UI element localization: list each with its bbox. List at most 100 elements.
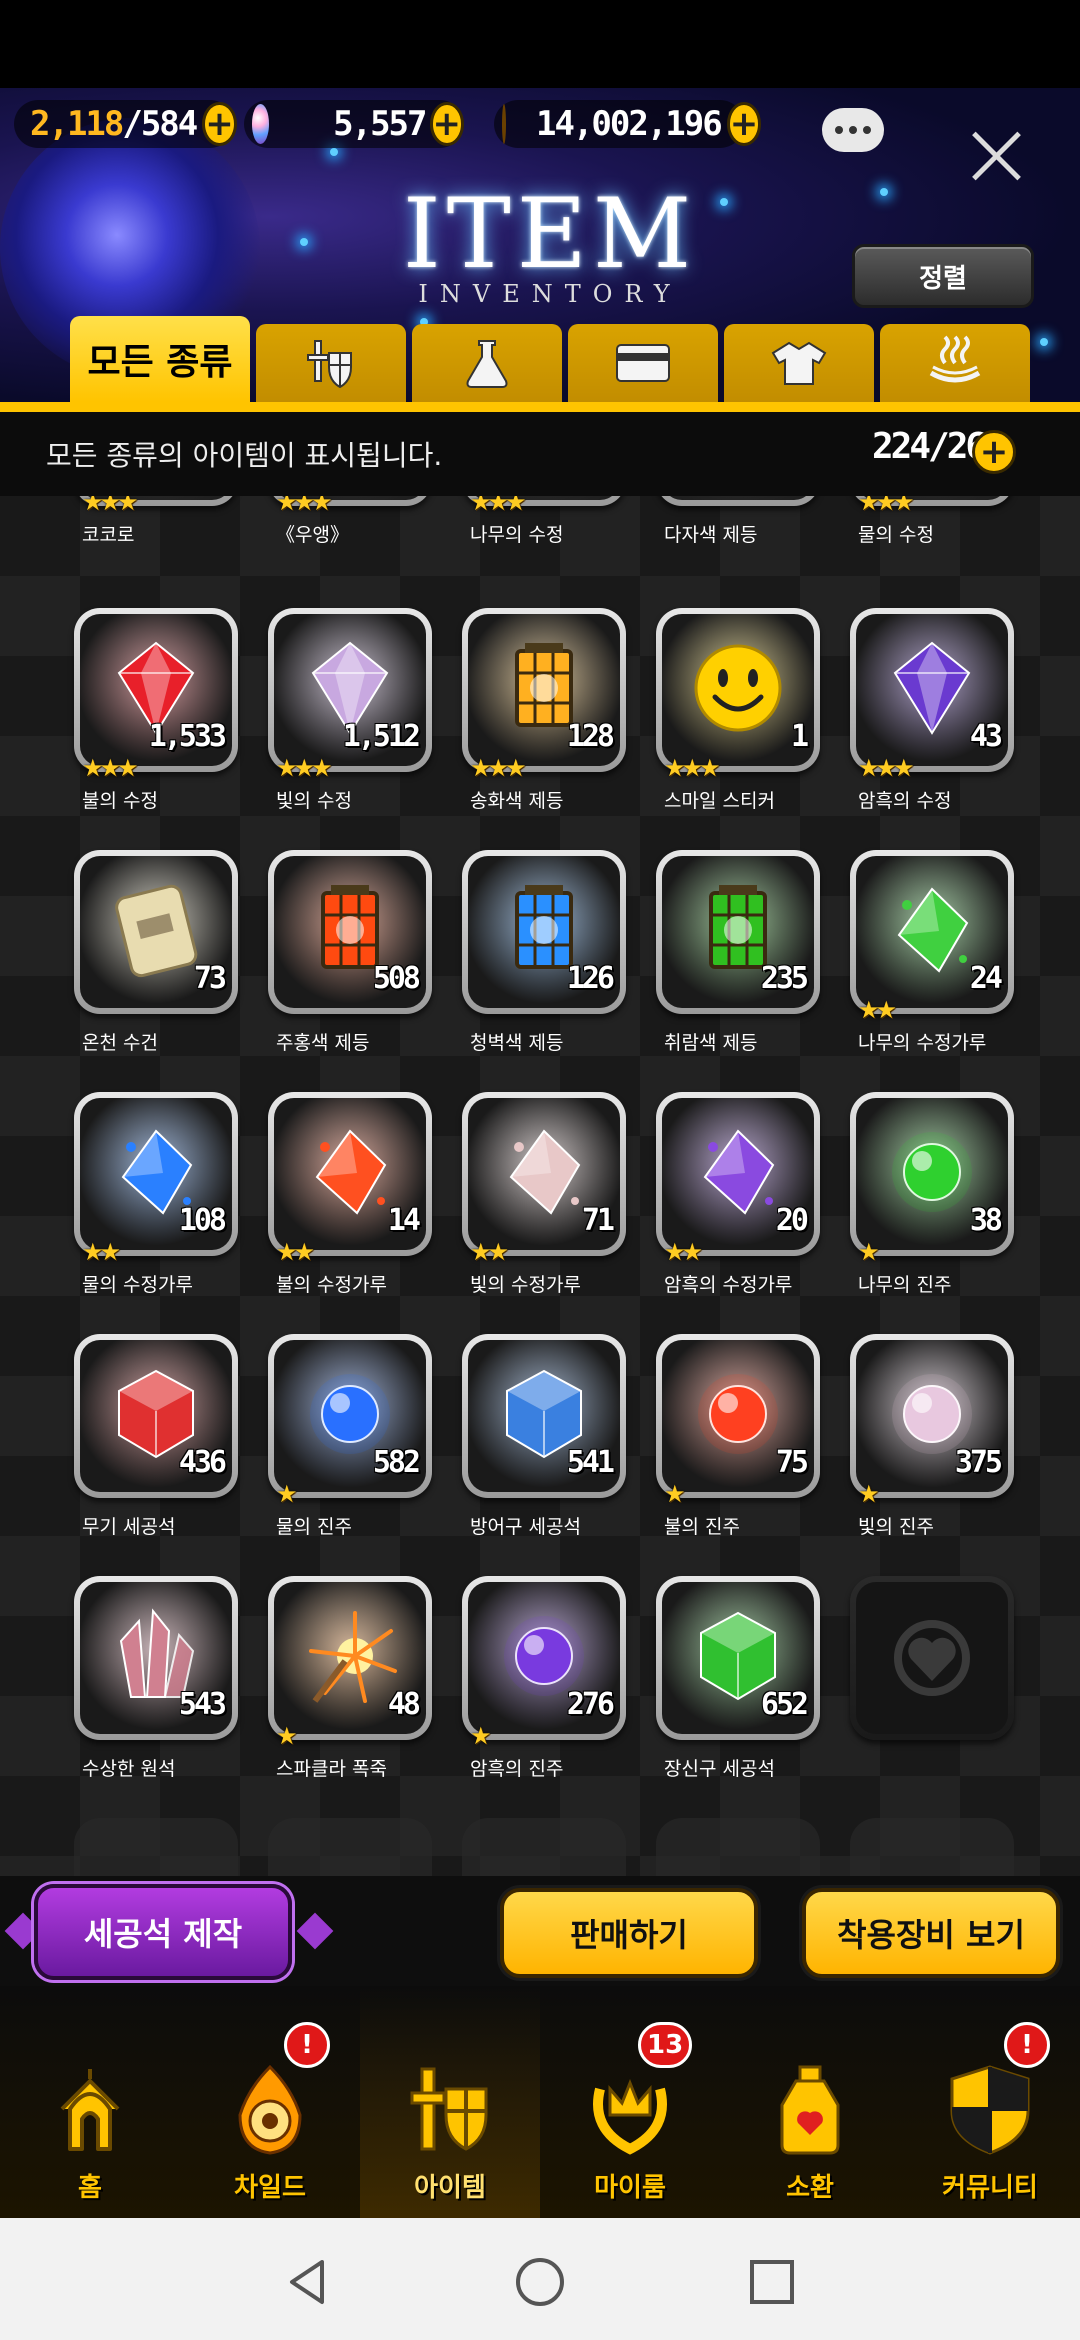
item-slot[interactable]: 582 (268, 1334, 432, 1498)
inventory-item[interactable]: 73 온천 수건 (74, 850, 268, 1080)
home-icon (60, 2069, 120, 2151)
item-slot[interactable]: 108 (74, 1092, 238, 1256)
item-slot[interactable]: 71 (462, 1092, 626, 1256)
add-gold-button[interactable]: + (726, 102, 762, 146)
inventory-item[interactable]: 14 ★★ 불의 수정가루 (268, 1092, 462, 1322)
item-slot[interactable]: 375 (850, 1334, 1014, 1498)
view-equipped-button[interactable]: 착용장비 보기 (802, 1888, 1060, 1978)
item-quantity: 276 (566, 1687, 615, 1722)
item-slot[interactable]: 126 (462, 850, 626, 1014)
item-slot[interactable]: 38 (850, 1092, 1014, 1256)
item-slot[interactable]: 48 (268, 1576, 432, 1740)
inventory-item[interactable]: 43 ★★★ 암흑의 수정 (850, 608, 1044, 838)
rarity-stars: ★★★ (276, 754, 333, 782)
item-slot[interactable]: 128 (462, 608, 626, 772)
tab-cards[interactable] (568, 324, 718, 402)
inventory-item[interactable]: 276 ★ 암흑의 진주 (462, 1576, 656, 1806)
inventory-item-partial[interactable]: 다자색 제등 (656, 496, 850, 572)
notification-badge: 13 (638, 2022, 693, 2068)
home-circle-icon[interactable] (514, 2256, 566, 2308)
item-quantity: 543 (178, 1687, 227, 1722)
tab-costume[interactable] (724, 324, 874, 402)
item-grid[interactable]: ★★★ 코코로 ★★★ 《우앵》 ★★★ 나무의 수정 다자색 제등 ★★★ 물… (0, 496, 1080, 1876)
item-slot[interactable]: 541 (462, 1334, 626, 1498)
inventory-item[interactable]: 48 ★ 스파클라 폭죽 (268, 1576, 462, 1806)
item-slot[interactable]: 75 (656, 1334, 820, 1498)
expand-inventory-button[interactable]: + (972, 430, 1016, 474)
item-slot[interactable] (656, 496, 820, 506)
inventory-item[interactable]: 541 방어구 세공석 (462, 1334, 656, 1564)
tab-hot-spring[interactable] (880, 324, 1030, 402)
inventory-item[interactable]: 75 ★ 불의 진주 (656, 1334, 850, 1564)
inventory-item[interactable]: 436 무기 세공석 (74, 1334, 268, 1564)
nav-label: 차일드 (234, 2173, 306, 2203)
nav-myroom[interactable]: 마이룸 13 (540, 1986, 720, 2218)
item-slot[interactable]: 1,512 (268, 608, 432, 772)
inventory-header: 2,118 /584 + 5,557 + 14,002,196 + ITEM I… (0, 88, 1080, 410)
inventory-item[interactable]: 235 취람색 제등 (656, 850, 850, 1080)
gem-amount: 5,557 (333, 104, 427, 144)
item-slot[interactable]: 43 (850, 608, 1014, 772)
next-row-slot (462, 1818, 626, 1876)
item-slot[interactable]: 235 (656, 850, 820, 1014)
inventory-subtitle: INVENTORY (418, 280, 682, 308)
inventory-item[interactable]: 582 ★ 물의 진주 (268, 1334, 462, 1564)
add-gems-button[interactable]: + (429, 102, 464, 146)
item-slot[interactable]: 543 (74, 1576, 238, 1740)
inventory-item[interactable]: 375 ★ 빛의 진주 (850, 1334, 1044, 1564)
item-slot[interactable]: 652 (656, 1576, 820, 1740)
add-stamina-button[interactable]: + (202, 102, 237, 146)
inventory-item[interactable]: 108 ★★ 물의 수정가루 (74, 1092, 268, 1322)
action-bar: 세공석 제작 판매하기 착용장비 보기 (0, 1876, 1080, 1986)
locked-item-slot[interactable] (850, 1576, 1044, 1806)
close-icon[interactable] (968, 128, 1024, 184)
inventory-item[interactable]: 71 ★★ 빛의 수정가루 (462, 1092, 656, 1322)
nav-item[interactable]: 아이템 (360, 1986, 540, 2218)
inventory-item[interactable]: 652 장신구 세공석 (656, 1576, 850, 1806)
craft-gem-button[interactable]: 세공석 제작 (34, 1884, 292, 1980)
inventory-item[interactable]: 20 ★★ 암흑의 수정가루 (656, 1092, 850, 1322)
tab-equipment[interactable] (256, 324, 406, 402)
inventory-item[interactable]: 1,533 ★★★ 불의 수정 (74, 608, 268, 838)
inventory-item[interactable]: 128 ★★★ 송화색 제등 (462, 608, 656, 838)
item-slot[interactable]: 436 (74, 1334, 238, 1498)
inventory-item[interactable]: 543 수상한 원석 (74, 1576, 268, 1806)
item-slot[interactable]: 1,533 (74, 608, 238, 772)
rarity-stars: ★★★ (858, 496, 915, 516)
stamina-counter: 2,118 /584 + (14, 100, 237, 148)
inventory-item[interactable]: 1 ★★★ 스마일 스티커 (656, 608, 850, 838)
rarity-stars: ★★ (82, 1238, 121, 1266)
item-name: 장신구 세공석 (664, 1758, 775, 1780)
back-icon[interactable] (282, 2256, 334, 2308)
item-slot[interactable]: 508 (268, 850, 432, 1014)
item-name: 무기 세공석 (82, 1516, 176, 1538)
item-slot[interactable]: 1 (656, 608, 820, 772)
sort-button[interactable]: 정렬 (852, 244, 1034, 308)
tab-consumables[interactable] (412, 324, 562, 402)
tab-all[interactable]: 모든 종류 (70, 316, 250, 402)
inventory-item[interactable]: 38 ★ 나무의 진주 (850, 1092, 1044, 1322)
item-slot[interactable] (850, 1576, 1014, 1740)
item-slot[interactable]: 73 (74, 850, 238, 1014)
item-slot[interactable]: 20 (656, 1092, 820, 1256)
nav-child[interactable]: 차일드 ! (180, 1986, 360, 2218)
nav-home[interactable]: 홈 (0, 1986, 180, 2218)
inventory-item-partial[interactable]: ★★★ 《우앵》 (268, 496, 462, 572)
item-slot[interactable]: 14 (268, 1092, 432, 1256)
chat-icon[interactable] (822, 108, 884, 152)
inventory-item-partial[interactable]: ★★★ 나무의 수정 (462, 496, 656, 572)
inventory-item[interactable]: 508 주홍색 제등 (268, 850, 462, 1080)
inventory-item-partial[interactable]: ★★★ 물의 수정 (850, 496, 1044, 572)
inventory-item-partial[interactable]: ★★★ 코코로 (74, 496, 268, 572)
item-slot[interactable]: 276 (462, 1576, 626, 1740)
sell-button[interactable]: 판매하기 (500, 1888, 758, 1978)
inventory-item[interactable]: 24 ★★ 나무의 수정가루 (850, 850, 1044, 1080)
item-name: 나무의 진주 (858, 1274, 952, 1296)
item-name: 온천 수건 (82, 1032, 158, 1054)
nav-summon[interactable]: 소환 (720, 1986, 900, 2218)
item-slot[interactable]: 24 (850, 850, 1014, 1014)
nav-community[interactable]: 커뮤니티 ! (900, 1986, 1080, 2218)
inventory-item[interactable]: 126 청벽색 제등 (462, 850, 656, 1080)
recents-icon[interactable] (746, 2256, 798, 2308)
inventory-item[interactable]: 1,512 ★★★ 빛의 수정 (268, 608, 462, 838)
